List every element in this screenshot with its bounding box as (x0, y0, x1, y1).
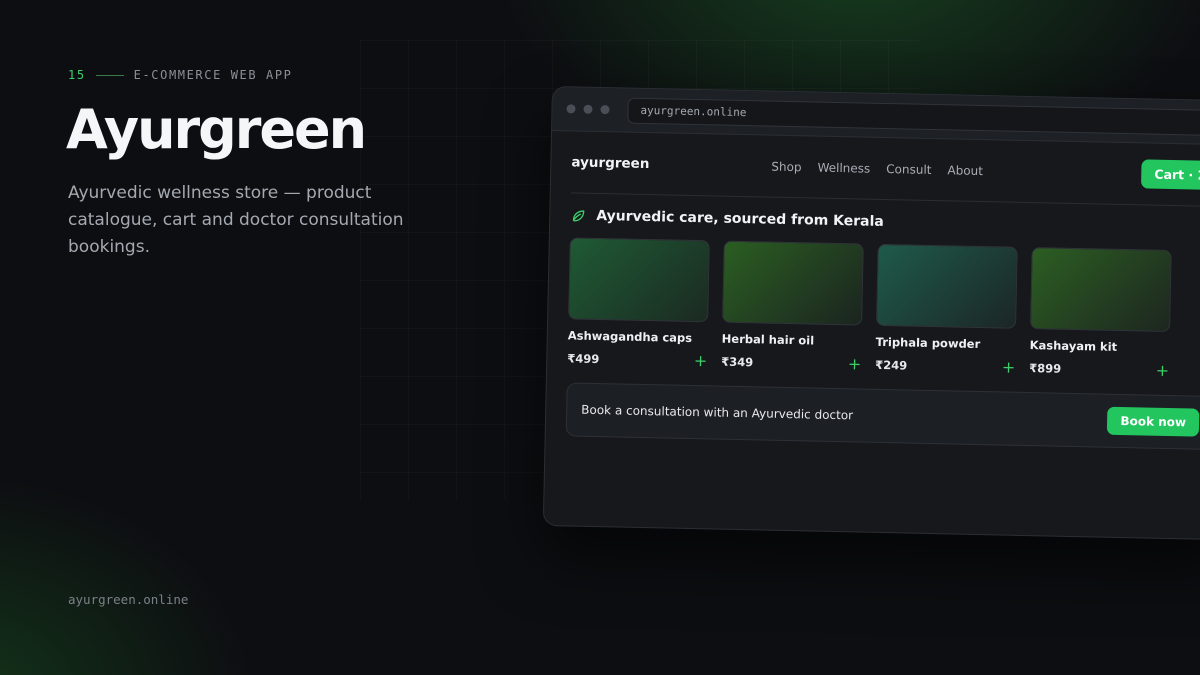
project-category: E-COMMERCE WEB APP (133, 68, 293, 82)
nav-link-wellness[interactable]: Wellness (817, 160, 870, 175)
product-name[interactable]: Herbal hair oil (722, 332, 862, 349)
add-to-cart-icon[interactable]: + (848, 354, 862, 373)
add-to-cart-icon[interactable]: + (694, 351, 708, 370)
product-image[interactable] (568, 237, 710, 323)
nav-links: Shop Wellness Consult About (771, 159, 983, 177)
leaf-icon (572, 210, 585, 222)
product-card[interactable]: Ashwagandha caps ₹499 + (567, 237, 710, 370)
add-to-cart-icon[interactable]: + (1156, 361, 1170, 380)
site-content: ayurgreen Shop Wellness Consult About Ca… (546, 131, 1200, 450)
nav-link-consult[interactable]: Consult (886, 162, 932, 177)
product-name[interactable]: Kashayam kit (1030, 338, 1170, 355)
page-subtitle: Ayurvedic wellness store — product catal… (68, 183, 404, 257)
nav-link-about[interactable]: About (947, 163, 983, 178)
site-logo[interactable]: ayurgreen (571, 154, 771, 174)
product-image[interactable] (1030, 247, 1172, 332)
eyebrow: 15 E-COMMERCE WEB APP (68, 68, 293, 82)
hero-heading: Ayurvedic care, sourced from Kerala (570, 207, 1200, 237)
cart-button[interactable]: Cart · 2 (1141, 159, 1200, 190)
product-card[interactable]: Triphala powder ₹249 + (875, 243, 1018, 377)
product-price: ₹249 (875, 357, 908, 373)
product-card[interactable]: Kashayam kit ₹899 + (1029, 247, 1172, 380)
address-bar[interactable]: ayurgreen.online (627, 97, 1200, 136)
eyebrow-divider (95, 74, 124, 76)
product-price: ₹899 (1029, 361, 1062, 376)
add-to-cart-icon[interactable]: + (1002, 357, 1016, 376)
product-price: ₹349 (721, 354, 754, 370)
consultation-text: Book a consultation with an Ayurvedic do… (581, 402, 854, 423)
window-dot-close[interactable] (566, 104, 576, 114)
nav-link-shop[interactable]: Shop (771, 159, 801, 174)
product-image[interactable] (876, 243, 1018, 329)
product-image[interactable] (722, 240, 864, 326)
product-grid: Ashwagandha caps ₹499 + Herbal hair oil … (567, 237, 1200, 380)
browser-window: ayurgreen.online ayurgreen Shop Wellness… (542, 86, 1200, 541)
site-nav: ayurgreen Shop Wellness Consult About Ca… (570, 131, 1200, 207)
product-price: ₹499 (567, 351, 600, 367)
window-dot-maximize[interactable] (600, 105, 610, 115)
product-name[interactable]: Ashwagandha caps (568, 328, 708, 345)
footer-url[interactable]: ayurgreen.online (68, 592, 188, 607)
product-name[interactable]: Triphala powder (876, 335, 1016, 352)
window-dot-minimize[interactable] (583, 104, 593, 114)
hero-text: Ayurvedic care, sourced from Kerala (596, 207, 884, 230)
project-index: 15 (68, 68, 86, 82)
page-title: Ayurgreen (66, 98, 367, 161)
product-card[interactable]: Herbal hair oil ₹349 + (721, 240, 864, 374)
consultation-banner: Book a consultation with an Ayurvedic do… (565, 382, 1200, 450)
book-now-button[interactable]: Book now (1107, 406, 1200, 437)
